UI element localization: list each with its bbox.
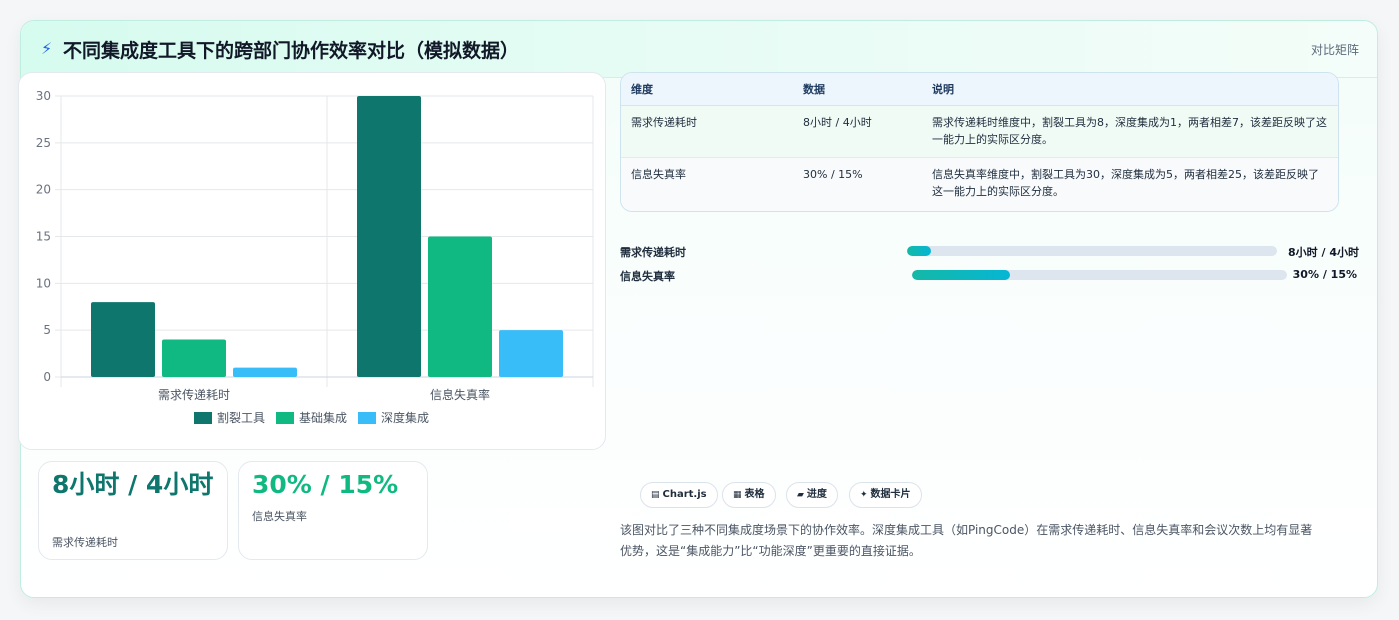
chart-icon: ▤ bbox=[651, 490, 660, 500]
progress-icon: ▰ bbox=[797, 490, 804, 500]
kpi-label: 需求传递耗时 bbox=[52, 536, 118, 549]
page-title: 不同集成度工具下的跨部门协作效率对比（模拟数据） bbox=[63, 40, 520, 62]
description-text: 该图对比了三种不同集成度场景下的协作效率。深度集成工具（如PingCode）在需… bbox=[620, 523, 1313, 558]
progress-label: 需求传递耗时 bbox=[620, 246, 686, 259]
table-row: 信息失真率 30% / 15% 信息失真率维度中，割裂工具为30，深度集成为5，… bbox=[621, 157, 1338, 211]
x-tick-label: 信息失真率 bbox=[430, 387, 490, 402]
chip-label: 进度 bbox=[806, 489, 827, 500]
data-table: 维度 数据 说明 需求传递耗时 8小时 / 4小时 需求传递耗时维度中，割裂工具… bbox=[620, 72, 1339, 212]
table-cell: 需求传递耗时 bbox=[621, 105, 793, 158]
table-cell: 30% / 15% bbox=[803, 167, 863, 181]
chip-label: 表格 bbox=[744, 489, 765, 500]
bar bbox=[91, 302, 155, 377]
legend-label: 基础集成 bbox=[299, 410, 347, 425]
progress-fill bbox=[907, 246, 932, 256]
kpi-label: 信息失真率 bbox=[252, 510, 307, 523]
table-cell: 信息失真率 bbox=[631, 167, 686, 181]
progress-bar bbox=[912, 270, 1287, 280]
legend-label: 深度集成 bbox=[381, 410, 429, 425]
legend-label: 割裂工具 bbox=[217, 410, 265, 425]
header-tag: 对比矩阵 bbox=[1310, 43, 1359, 57]
y-tick-label: 25 bbox=[36, 136, 51, 150]
lightning-icon: ⚡ bbox=[41, 39, 53, 58]
y-tick-label: 5 bbox=[43, 323, 51, 337]
progress-bar bbox=[907, 246, 1277, 256]
table-header-row: 维度 数据 说明 bbox=[621, 73, 1338, 106]
chip-label: Chart.js bbox=[662, 489, 707, 500]
bar bbox=[162, 339, 226, 377]
card-header: ⚡ 不同集成度工具下的跨部门协作效率对比（模拟数据） 对比矩阵 bbox=[21, 21, 1377, 78]
y-tick-label: 0 bbox=[43, 370, 51, 384]
bar bbox=[499, 330, 563, 377]
table-cell: 信息失真率维度中，割裂工具为30，深度集成为5，两者相差25，该差距反映了这一能… bbox=[932, 167, 1319, 198]
legend-swatch bbox=[358, 412, 376, 424]
bar-chart: 0 5 10 15 20 25 30 需求传递耗时 信息失真率割裂工具 基础集成 深度集成 bbox=[36, 89, 594, 425]
chip-table[interactable]: ▦ 表格 bbox=[722, 482, 776, 508]
chip-progress[interactable]: ▰ 进度 bbox=[786, 482, 838, 508]
bar bbox=[357, 96, 421, 377]
kpi-value: 8小时 / 4小时 bbox=[52, 470, 214, 499]
table-row: 需求传递耗时 8小时 / 4小时 需求传递耗时维度中，割裂工具为8，深度集成为1… bbox=[621, 105, 1338, 158]
y-tick-label: 30 bbox=[36, 89, 51, 103]
column-header: 数据 bbox=[793, 73, 922, 106]
table-cell: 需求传递耗时维度中，割裂工具为8，深度集成为1，两者相差7，该差距反映了这一能力… bbox=[922, 105, 1338, 158]
chart-panel: 0 5 10 15 20 25 30 需求传递耗时 信息失真率割裂工具 基础集成 深度集成 bbox=[18, 72, 606, 450]
legend-swatch bbox=[276, 412, 294, 424]
bar bbox=[233, 367, 297, 377]
progress-value: 30% / 15% bbox=[1292, 268, 1357, 281]
table-cell: 8小时 / 4小时 bbox=[793, 105, 922, 158]
kpi-value: 30% / 15% bbox=[252, 470, 399, 499]
kpi-card-distortion-rate: 30% / 15% 信息失真率 bbox=[238, 461, 428, 560]
kpi-card-demand-time: 8小时 / 4小时 需求传递耗时 bbox=[38, 461, 228, 560]
chip-label: 数据卡片 bbox=[870, 489, 911, 500]
bar bbox=[428, 236, 492, 377]
progress-fill bbox=[912, 270, 1010, 280]
table-icon: ▦ bbox=[733, 490, 742, 500]
y-tick-label: 15 bbox=[36, 230, 51, 244]
y-tick-label: 20 bbox=[36, 183, 51, 197]
progress-label: 信息失真率 bbox=[620, 270, 675, 283]
y-tick-label: 10 bbox=[36, 276, 51, 290]
legend-swatch bbox=[194, 412, 212, 424]
x-tick-label: 需求传递耗时 bbox=[158, 387, 230, 402]
sparkle-icon: ✦ bbox=[860, 490, 868, 500]
column-header: 维度 bbox=[621, 73, 793, 106]
column-header: 说明 bbox=[922, 73, 1338, 106]
chip-data-card[interactable]: ✦ 数据卡片 bbox=[849, 482, 922, 508]
chip-chartjs[interactable]: ▤ Chart.js bbox=[640, 482, 718, 508]
progress-value: 8小时 / 4小时 bbox=[1288, 246, 1359, 259]
